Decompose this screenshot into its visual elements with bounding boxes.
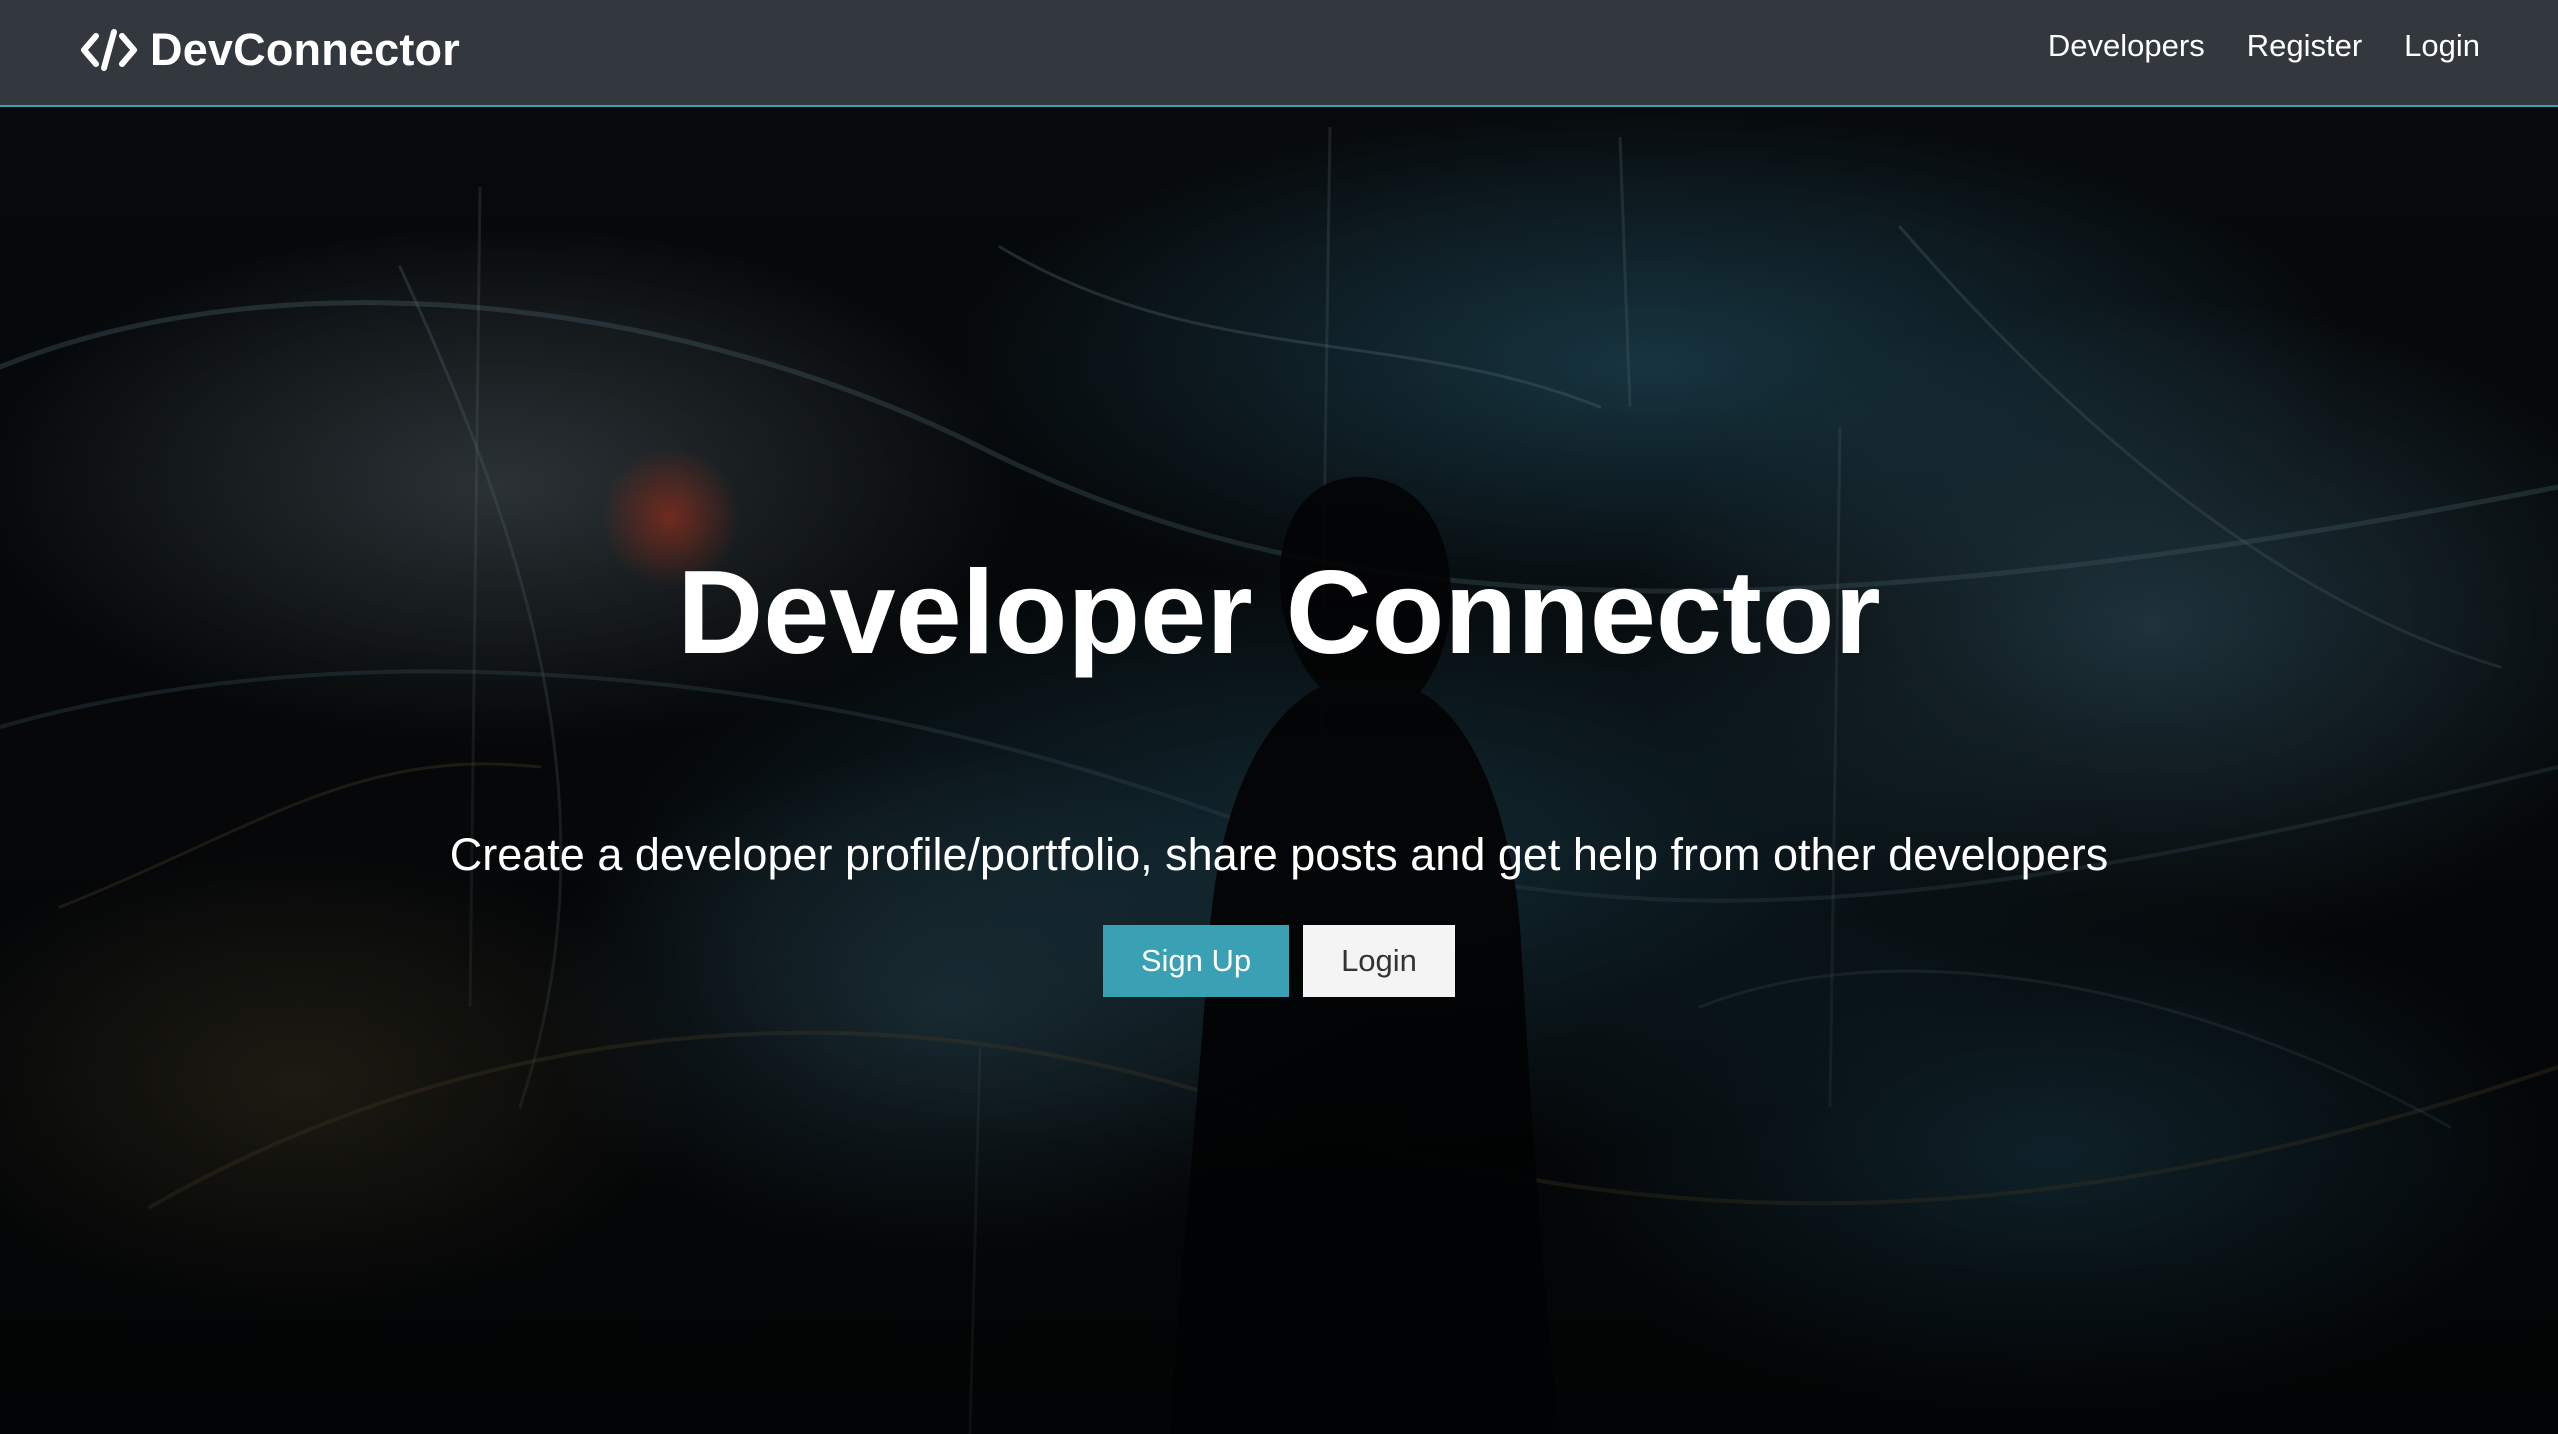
code-icon bbox=[81, 29, 137, 71]
hero-buttons: Sign Up Login bbox=[0, 925, 2558, 997]
nav-link-developers[interactable]: Developers bbox=[2048, 28, 2205, 64]
hero-title: Developer Connector bbox=[677, 546, 1881, 679]
brand-link[interactable]: DevConnector bbox=[80, 20, 460, 80]
nav-link-login[interactable]: Login bbox=[2404, 28, 2480, 64]
signup-button[interactable]: Sign Up bbox=[1103, 925, 1289, 997]
brand-text: DevConnector bbox=[150, 24, 460, 75]
dark-overlay bbox=[0, 107, 2558, 1434]
navbar: DevConnector Developers Register Login bbox=[0, 0, 2558, 107]
landing-section: Developer Connector Create a developer p… bbox=[0, 107, 2558, 1434]
nav-link-register[interactable]: Register bbox=[2247, 28, 2362, 64]
nav-links: Developers Register Login bbox=[2006, 28, 2480, 64]
hero-lead: Create a developer profile/portfolio, sh… bbox=[449, 829, 2109, 880]
login-button[interactable]: Login bbox=[1303, 925, 1455, 997]
